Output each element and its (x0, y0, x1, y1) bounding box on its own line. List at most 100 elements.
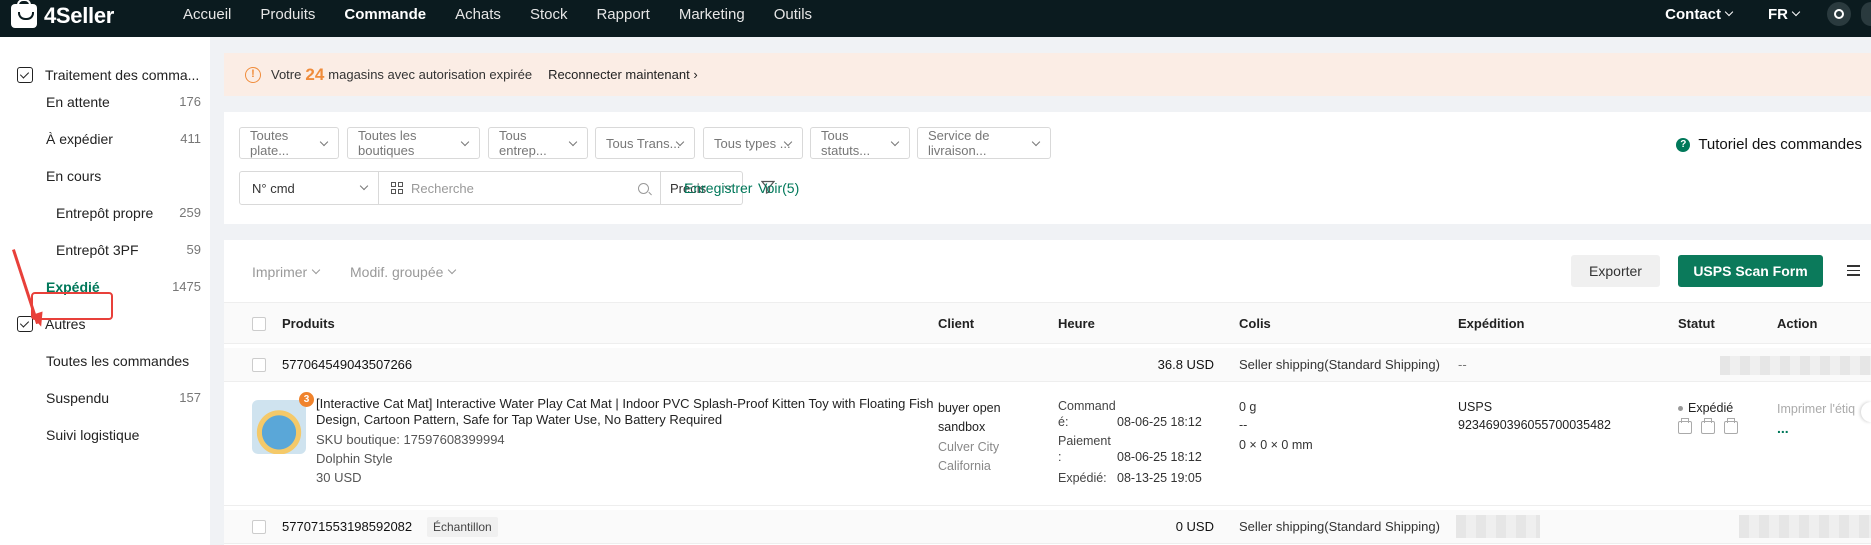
header-time: Heure (1058, 316, 1095, 331)
search-box (379, 171, 661, 205)
nav-item-outils[interactable]: Outils (774, 6, 812, 23)
sidebar-item-own-warehouse[interactable]: Entrepôt propre 259 (56, 205, 201, 221)
chevron-down-icon (359, 181, 369, 191)
order-row: 577064549043507266 36.8 USD Seller shipp… (224, 348, 1871, 382)
delivery-service-select[interactable]: Service de livraison... (917, 127, 1051, 159)
payment-date-value: 08-06-25 18:12 (1117, 450, 1202, 464)
top-navbar: 4Seller Accueil Produits Commande Achats… (0, 0, 1871, 37)
contact-menu[interactable]: Contact (1665, 6, 1734, 23)
chevron-down-icon (1724, 7, 1734, 17)
column-settings-icon[interactable] (1847, 265, 1860, 277)
bulk-edit-menu[interactable]: Modif. groupée (350, 264, 457, 280)
search-icon[interactable] (638, 183, 649, 194)
nav-item-marketing[interactable]: Marketing (679, 6, 745, 23)
more-actions[interactable]: ... (1777, 420, 1789, 436)
nav-item-stock[interactable]: Stock (530, 6, 568, 23)
select-all-checkbox[interactable] (252, 317, 266, 331)
order-amount: 36.8 USD (1157, 357, 1214, 372)
usps-scan-form-button[interactable]: USPS Scan Form (1678, 255, 1823, 287)
quantity-badge: 3 (299, 392, 314, 407)
sidebar-item-label: Suivi logistique (46, 427, 140, 443)
brand-name: 4Seller (44, 3, 115, 28)
export-button[interactable]: Exporter (1571, 255, 1660, 287)
select-value: Tous statuts... (821, 128, 871, 158)
parcel-dimensions: 0 × 0 × 0 mm (1239, 438, 1313, 452)
sidebar-item-pending[interactable]: En attente 176 (46, 94, 201, 110)
avatar[interactable] (1861, 2, 1871, 26)
sidebar-group-processing[interactable]: Traitement des comma... (17, 67, 199, 83)
product-title[interactable]: [Interactive Cat Mat] Interactive Water … (316, 396, 946, 428)
save-filter-link[interactable]: Enregistrer (684, 180, 752, 196)
chevron-down-icon (448, 265, 457, 275)
view-saved-link[interactable]: Voir(5) (758, 180, 799, 196)
select-value: Toutes plate... (250, 128, 290, 158)
nav-item-accueil[interactable]: Accueil (183, 6, 231, 23)
search-row: N° cmd Précis (239, 171, 743, 205)
shipped-date-value: 08-13-25 19:05 (1117, 471, 1202, 485)
payment-date-label-cont: : (1058, 450, 1062, 464)
sidebar-item-label: Entrepôt 3PF (56, 242, 139, 258)
warning-icon: ! (245, 66, 261, 83)
status-select[interactable]: Tous statuts... (810, 127, 910, 159)
order-detail-row: 3 [Interactive Cat Mat] Interactive Wate… (224, 382, 1871, 506)
printer-icon[interactable] (1678, 418, 1692, 434)
warehouse-select[interactable]: Tous entrep... (488, 127, 588, 159)
grid-icon[interactable] (391, 182, 403, 194)
print-label: Imprimer (252, 264, 308, 280)
alert-text: magasins avec autorisation expirée (328, 67, 533, 82)
parcel-dash: -- (1239, 418, 1248, 432)
order-tutorial-link[interactable]: ? Tutoriel des commandes (1676, 136, 1862, 153)
reconnect-link[interactable]: Reconnecter maintenant › (548, 67, 698, 82)
parcel-weight: 0 g (1239, 400, 1257, 414)
client-city: Culver City (938, 440, 1000, 454)
nav-item-commande[interactable]: Commande (344, 6, 426, 23)
payment-date-label: Paiement (1058, 434, 1111, 448)
order-row: 577071553198592082 Échantillon 0 USD Sel… (224, 510, 1871, 544)
bulk-edit-label: Modif. groupée (350, 264, 444, 280)
redacted-block (1456, 515, 1540, 538)
sidebar-item-tracking[interactable]: Suivi logistique (46, 427, 201, 443)
language-menu[interactable]: FR (1768, 6, 1801, 23)
printer-icon[interactable] (1701, 418, 1715, 434)
select-value: Tous types ... (714, 135, 791, 151)
row-checkbox[interactable] (252, 358, 266, 372)
help-icon: ? (1676, 137, 1691, 152)
sidebar-item-3pf-warehouse[interactable]: Entrepôt 3PF 59 (56, 242, 201, 258)
sidebar-item-all-orders[interactable]: Toutes les commandes (46, 353, 201, 369)
platform-select[interactable]: Toutes plate... (239, 127, 339, 159)
nav-item-produits[interactable]: Produits (260, 6, 315, 23)
sidebar-item-label: Entrepôt propre (56, 205, 154, 221)
sidebar-item-count: 176 (179, 94, 201, 109)
printer-icon[interactable] (1724, 418, 1738, 434)
status-dot-icon (1678, 405, 1683, 411)
sidebar-item-to-ship[interactable]: À expédier 411 (46, 131, 201, 147)
row-checkbox[interactable] (252, 520, 266, 534)
table-header: Produits Client Heure Colis Expédition S… (224, 302, 1871, 344)
alert-prefix: Votre (271, 67, 302, 82)
sidebar-item-count: 59 (186, 242, 201, 257)
shop-select[interactable]: Toutes les boutiques (347, 127, 480, 159)
sidebar-item-in-progress[interactable]: En cours (46, 168, 201, 184)
tracking-number[interactable]: 9234690396055700035482 (1458, 418, 1611, 432)
shopping-bag-icon (11, 0, 37, 28)
brand-logo[interactable]: 4Seller (11, 0, 115, 30)
nav-right: Contact FR (1665, 0, 1871, 28)
nav-item-achats[interactable]: Achats (455, 6, 501, 23)
order-id[interactable]: 577064549043507266 (282, 357, 412, 372)
print-actions (1678, 418, 1738, 434)
nav-item-rapport[interactable]: Rapport (596, 6, 649, 23)
print-label-action[interactable]: Imprimer l'étiq (1777, 402, 1855, 416)
search-field-select[interactable]: N° cmd (239, 171, 379, 205)
product-thumbnail[interactable] (252, 400, 306, 454)
chevron-down-icon (1791, 7, 1801, 17)
gear-icon[interactable] (1827, 2, 1851, 26)
carrier-select[interactable]: Tous Trans... (595, 127, 695, 159)
chevron-down-icon (311, 265, 321, 275)
search-input[interactable] (411, 180, 611, 196)
sidebar-item-suspended[interactable]: Suspendu 157 (46, 390, 201, 406)
tutorial-label: Tutoriel des commandes (1698, 136, 1862, 153)
print-menu[interactable]: Imprimer (252, 264, 321, 280)
order-id[interactable]: 577071553198592082 (282, 519, 412, 534)
side-drawer-handle[interactable] (1861, 402, 1871, 422)
type-select[interactable]: Tous types ... (703, 127, 803, 159)
